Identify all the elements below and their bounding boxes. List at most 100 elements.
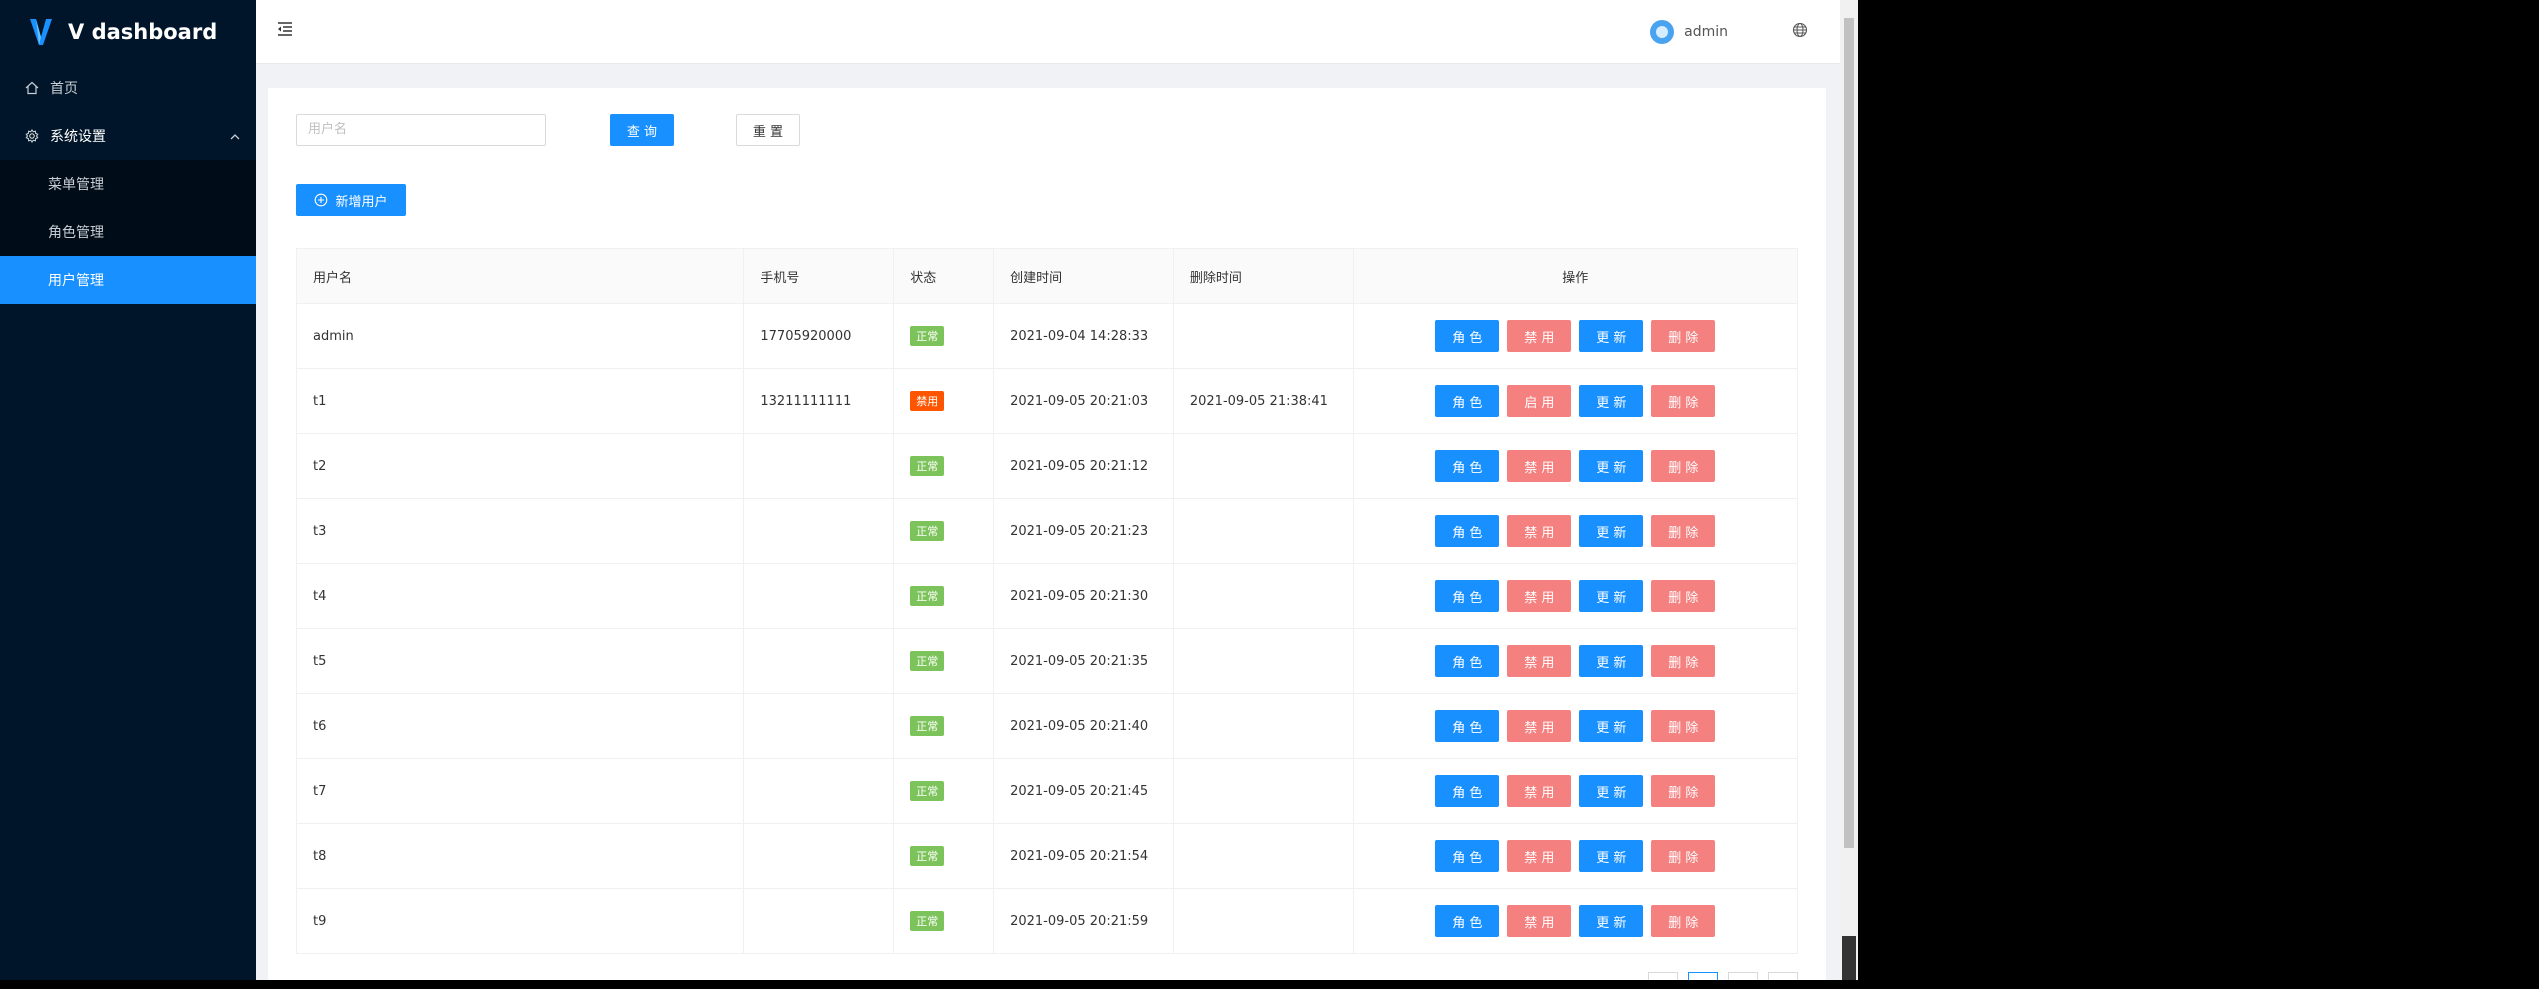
role-button[interactable]: 角 色 — [1435, 320, 1500, 352]
created-time: 2021-09-05 20:21:30 — [1010, 588, 1149, 604]
sidebar-item-label: 系统设置 — [50, 129, 106, 145]
col-header[interactable]: 用户名 — [297, 249, 745, 303]
role-button[interactable]: 角 色 — [1435, 645, 1500, 677]
delete-button[interactable]: 删 除 — [1651, 385, 1716, 417]
disable-button[interactable]: 禁 用 — [1507, 775, 1572, 807]
status-badge: 正常 — [910, 326, 945, 346]
cell-deleted — [1174, 629, 1354, 693]
update-button[interactable]: 更 新 — [1579, 320, 1644, 352]
disable-button[interactable]: 禁 用 — [1507, 320, 1572, 352]
col-header[interactable]: 状态 — [894, 249, 995, 303]
add-user-button[interactable]: 新增用户 — [296, 184, 406, 216]
table-row: t3 正常 2021-09-05 20:21:23 角 色禁 用更 新删 除 — [297, 499, 1797, 564]
table-row: t6 正常 2021-09-05 20:21:40 角 色禁 用更 新删 除 — [297, 694, 1797, 759]
cell-created: 2021-09-05 20:21:54 — [994, 824, 1174, 888]
delete-button[interactable]: 删 除 — [1651, 645, 1716, 677]
pagination-page[interactable] — [1728, 972, 1758, 980]
table-row: t4 正常 2021-09-05 20:21:30 角 色禁 用更 新删 除 — [297, 564, 1797, 629]
cell-created: 2021-09-05 20:21:30 — [994, 564, 1174, 628]
cell-created: 2021-09-05 20:21:59 — [994, 889, 1174, 953]
cell-status: 禁用 — [894, 369, 995, 433]
update-button[interactable]: 更 新 — [1579, 515, 1644, 547]
col-header[interactable]: 删除时间 — [1174, 249, 1354, 303]
created-time: 2021-09-05 20:21:12 — [1010, 458, 1149, 474]
add-user-label: 新增用户 — [335, 194, 388, 210]
role-button[interactable]: 角 色 — [1435, 385, 1500, 417]
table-row: t1 13211111111 禁用 2021-09-05 20:21:03 2021-0… — [297, 369, 1797, 434]
scrollbar[interactable] — [1840, 0, 1858, 980]
sidebar-item-user-mgmt[interactable]: 用户管理 — [0, 256, 256, 304]
app-window: V dashboard 首页 系统设置 菜单管理 角色管理 用户管理 admin… — [0, 0, 1858, 980]
disable-button[interactable]: 禁 用 — [1507, 580, 1572, 612]
disable-button[interactable]: 禁 用 — [1507, 710, 1572, 742]
users-table: 用户名 手机号 状态 创建时间 删除时间 操作 admin 17705920000… — [296, 248, 1798, 954]
pagination-next[interactable] — [1768, 972, 1798, 980]
created-time: 2021-09-05 20:21:35 — [1010, 653, 1149, 669]
disable-button[interactable]: 禁 用 — [1507, 450, 1572, 482]
cell-actions: 角 色禁 用更 新删 除 — [1354, 759, 1797, 823]
table-row: t9 正常 2021-09-05 20:21:59 角 色禁 用更 新删 除 — [297, 889, 1797, 954]
role-button[interactable]: 角 色 — [1435, 905, 1500, 937]
role-button[interactable]: 角 色 — [1435, 710, 1500, 742]
globe-icon[interactable] — [1792, 22, 1810, 40]
delete-button[interactable]: 删 除 — [1651, 840, 1716, 872]
role-button[interactable]: 角 色 — [1435, 515, 1500, 547]
update-button[interactable]: 更 新 — [1579, 580, 1644, 612]
user-menu[interactable]: admin — [1650, 20, 1728, 44]
scrollbar-thumb[interactable] — [1844, 18, 1854, 848]
delete-button[interactable]: 删 除 — [1651, 580, 1716, 612]
avatar — [1650, 20, 1675, 44]
delete-button[interactable]: 删 除 — [1651, 515, 1716, 547]
delete-button[interactable]: 删 除 — [1651, 775, 1716, 807]
disable-button[interactable]: 禁 用 — [1507, 515, 1572, 547]
logo[interactable]: V dashboard — [0, 0, 256, 64]
cell-deleted — [1174, 824, 1354, 888]
query-button[interactable]: 查 询 — [610, 114, 674, 146]
sidebar-item-label: 角色管理 — [48, 225, 104, 241]
username-text: t5 — [313, 653, 327, 669]
sidebar-item-label: 首页 — [50, 81, 78, 97]
cell-status: 正常 — [894, 304, 995, 368]
update-button[interactable]: 更 新 — [1579, 840, 1644, 872]
role-button[interactable]: 角 色 — [1435, 580, 1500, 612]
pagination-page-current[interactable] — [1688, 972, 1718, 980]
cell-username: t6 — [297, 694, 745, 758]
cell-status: 正常 — [894, 434, 995, 498]
delete-button[interactable]: 删 除 — [1651, 905, 1716, 937]
username-text: t8 — [313, 848, 327, 864]
sidebar-item-role-mgmt[interactable]: 角色管理 — [0, 208, 256, 256]
status-badge: 正常 — [910, 651, 945, 671]
reset-button[interactable]: 重 置 — [736, 114, 800, 146]
enable-button[interactable]: 启 用 — [1507, 385, 1572, 417]
update-button[interactable]: 更 新 — [1579, 775, 1644, 807]
disable-button[interactable]: 禁 用 — [1507, 840, 1572, 872]
sidebar-item-home[interactable]: 首页 — [0, 64, 256, 112]
role-button[interactable]: 角 色 — [1435, 775, 1500, 807]
phone-text: 13211111111 — [760, 393, 852, 409]
disable-button[interactable]: 禁 用 — [1507, 905, 1572, 937]
update-button[interactable]: 更 新 — [1579, 905, 1644, 937]
update-button[interactable]: 更 新 — [1579, 710, 1644, 742]
cell-phone — [744, 694, 895, 758]
update-button[interactable]: 更 新 — [1579, 645, 1644, 677]
col-header[interactable]: 创建时间 — [994, 249, 1174, 303]
menu-fold-icon[interactable] — [276, 20, 296, 40]
delete-button[interactable]: 删 除 — [1651, 450, 1716, 482]
role-button[interactable]: 角 色 — [1435, 450, 1500, 482]
username-text: t1 — [313, 393, 327, 409]
update-button[interactable]: 更 新 — [1579, 450, 1644, 482]
cell-deleted — [1174, 694, 1354, 758]
delete-button[interactable]: 删 除 — [1651, 710, 1716, 742]
col-header: 操作 — [1562, 270, 1589, 286]
delete-button[interactable]: 删 除 — [1651, 320, 1716, 352]
status-badge: 正常 — [910, 586, 945, 606]
disable-button[interactable]: 禁 用 — [1507, 645, 1572, 677]
sidebar-item-system[interactable]: 系统设置 — [0, 112, 256, 160]
sidebar-item-menu-mgmt[interactable]: 菜单管理 — [0, 160, 256, 208]
update-button[interactable]: 更 新 — [1579, 385, 1644, 417]
username-search-input[interactable]: 用户名 — [296, 114, 546, 146]
pagination-prev[interactable] — [1648, 972, 1678, 980]
col-header[interactable]: 手机号 — [744, 249, 895, 303]
role-button[interactable]: 角 色 — [1435, 840, 1500, 872]
cell-username: t8 — [297, 824, 745, 888]
